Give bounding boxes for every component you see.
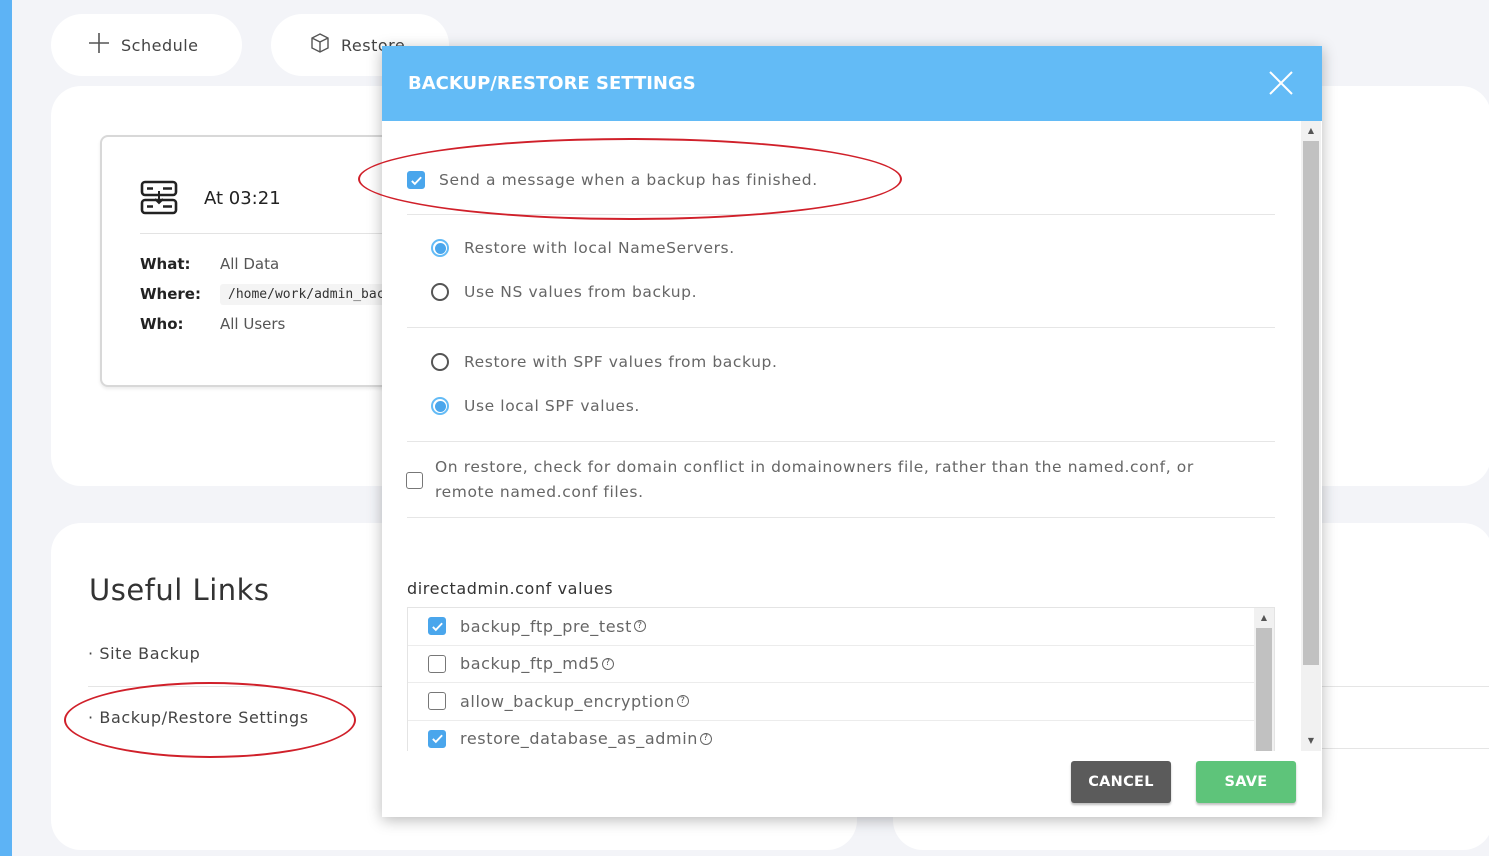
useful-links-title: Useful Links [89, 573, 270, 607]
check-icon [410, 176, 422, 185]
conf-section-title: directadmin.conf values [407, 579, 614, 598]
send-message-option[interactable]: Send a message when a backup has finishe… [407, 171, 818, 189]
close-icon[interactable] [1268, 70, 1294, 96]
conf-checkbox[interactable] [428, 729, 446, 748]
conf-item-label: allow_backup_encryption [460, 691, 675, 711]
scroll-up-arrow[interactable]: ▲ [1254, 610, 1274, 626]
cancel-button[interactable]: CANCEL [1071, 761, 1171, 803]
schedule-label: Schedule [121, 35, 199, 55]
check-icon [431, 622, 443, 632]
divider [407, 214, 1275, 215]
row-key: Who: [140, 315, 184, 333]
conf-item-restore-database-as-admin[interactable]: restore_database_as_admin ? [408, 721, 1254, 752]
domain-conflict-option[interactable]: On restore, check for domain conflict in… [406, 455, 1236, 505]
help-icon[interactable]: ? [601, 657, 614, 670]
radio-local-nameservers[interactable]: Restore with local NameServers. [431, 239, 735, 257]
divider [407, 517, 1275, 518]
help-icon[interactable]: ? [700, 732, 712, 745]
conf-values-list: backup_ftp_pre_test ? backup_ftp_md5 ? a… [407, 607, 1275, 751]
conf-item-label: backup_ftp_pre_test [460, 616, 632, 636]
radio-label: Restore with SPF values from backup. [464, 353, 778, 371]
schedule-time: At 03:21 [204, 187, 281, 209]
radio-ns-from-backup[interactable]: Use NS values from backup. [431, 283, 697, 301]
conf-list-scrollbar[interactable]: ▲ [1254, 608, 1274, 751]
scrollbar-thumb[interactable] [1303, 141, 1319, 665]
radio-label: Restore with local NameServers. [464, 239, 735, 257]
help-icon[interactable]: ? [676, 695, 689, 708]
send-message-checkbox[interactable] [407, 171, 425, 189]
radio-button[interactable] [431, 283, 449, 301]
link-backup-restore-settings[interactable]: · Backup/Restore Settings [88, 708, 309, 727]
link-site-backup[interactable]: · Site Backup [88, 644, 200, 663]
modal-body: Send a message when a backup has finishe… [382, 121, 1322, 751]
modal-header: BACKUP/RESTORE SETTINGS [382, 46, 1322, 121]
save-button[interactable]: SAVE [1196, 761, 1296, 803]
divider [407, 441, 1275, 442]
radio-local-spf[interactable]: Use local SPF values. [431, 397, 640, 415]
links-divider [88, 686, 388, 687]
backup-restore-settings-modal: BACKUP/RESTORE SETTINGS Send a message w… [382, 46, 1322, 817]
send-message-label: Send a message when a backup has finishe… [439, 171, 818, 189]
conf-item-allow-backup-encryption[interactable]: allow_backup_encryption ? [408, 683, 1254, 721]
conf-item-label: restore_database_as_admin [460, 729, 698, 749]
help-icon[interactable]: ? [633, 620, 646, 633]
right-divider [1320, 748, 1489, 749]
scrollbar-thumb[interactable] [1256, 628, 1272, 751]
schedule-button[interactable]: Schedule [51, 14, 242, 76]
domain-conflict-checkbox[interactable] [406, 471, 423, 489]
server-icon [140, 180, 178, 215]
left-sidebar-strip [0, 0, 12, 856]
radio-button[interactable] [431, 353, 449, 371]
row-key: Where: [140, 285, 201, 303]
scroll-down-arrow[interactable]: ▼ [1301, 733, 1321, 749]
modal-scrollbar[interactable]: ▲ ▼ [1301, 121, 1321, 751]
divider [407, 327, 1275, 328]
radio-label: Use local SPF values. [464, 397, 640, 415]
box-icon [309, 32, 331, 59]
domain-conflict-label: On restore, check for domain conflict in… [435, 458, 1194, 501]
right-divider [1320, 686, 1489, 687]
conf-item-label: backup_ftp_md5 [460, 654, 600, 674]
modal-title: BACKUP/RESTORE SETTINGS [408, 73, 696, 94]
conf-checkbox[interactable] [428, 692, 446, 711]
row-key: What: [140, 255, 191, 273]
row-value: All Users [220, 315, 286, 333]
radio-label: Use NS values from backup. [464, 283, 698, 301]
conf-item-backup-ftp-md5[interactable]: backup_ftp_md5 ? [408, 646, 1254, 683]
conf-item-backup-ftp-pre-test[interactable]: backup_ftp_pre_test ? [408, 608, 1254, 646]
radio-spf-from-backup[interactable]: Restore with SPF values from backup. [431, 353, 777, 371]
row-value: All Data [220, 255, 280, 273]
plus-icon [87, 31, 111, 60]
check-icon [431, 734, 443, 744]
radio-button[interactable] [431, 239, 449, 257]
conf-checkbox[interactable] [428, 654, 446, 673]
radio-button[interactable] [431, 397, 449, 415]
scroll-up-arrow[interactable]: ▲ [1301, 123, 1321, 139]
conf-checkbox[interactable] [428, 617, 446, 636]
